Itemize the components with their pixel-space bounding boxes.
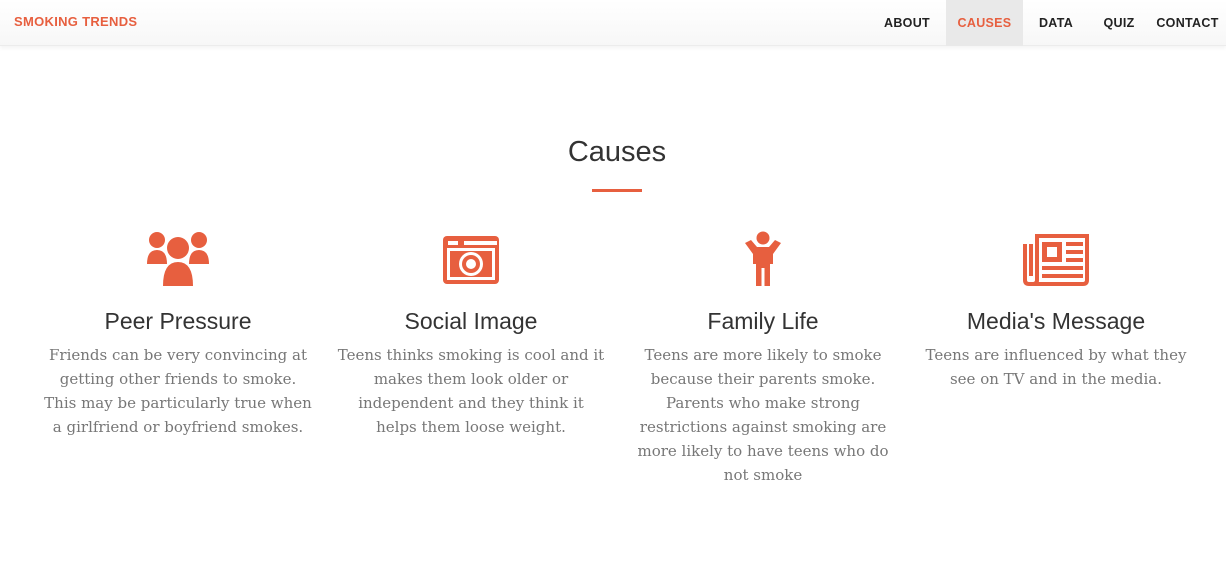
cause-text: Friends can be very convincing at gettin… [44,346,312,436]
nav-item-contact[interactable]: CONTACT [1149,0,1226,46]
cause-title: Media's Message [966,308,1146,334]
cause-medias-message: Media's Message Teens are influenced by … [911,230,1201,391]
nav-menu: ABOUT CAUSES DATA QUIZ CONTACT [868,0,1226,46]
cause-title: Family Life [707,308,819,334]
section-title: Causes [567,136,667,168]
cause-peer-pressure: Peer Pressure Friends can be very convin… [33,230,323,439]
cause-text: Teens are influenced by what they see on… [925,346,1187,388]
cause-family-life: Family Life Teens are more likely to smo… [618,230,908,487]
nav-item-data[interactable]: DATA [1023,0,1089,46]
newspaper-icon [1023,234,1089,286]
brand-link[interactable]: SMOKING TRENDS [14,14,137,29]
users-icon [147,232,209,286]
cause-text: Teens are more likely to smoke because t… [637,346,889,484]
nav-item-causes[interactable]: CAUSES [946,0,1023,46]
child-icon [745,231,781,286]
nav-item-quiz[interactable]: QUIZ [1089,0,1149,46]
nav-item-about[interactable]: ABOUT [868,0,946,46]
cause-title: Peer Pressure [104,308,252,334]
cause-title: Social Image [404,308,538,334]
title-divider [592,189,642,192]
navbar: SMOKING TRENDS ABOUT CAUSES DATA QUIZ CO… [0,0,1226,46]
camera-icon [443,236,499,284]
cause-social-image: Social Image Teens thinks smoking is coo… [326,230,616,439]
cause-text: Teens thinks smoking is cool and it make… [337,346,605,436]
